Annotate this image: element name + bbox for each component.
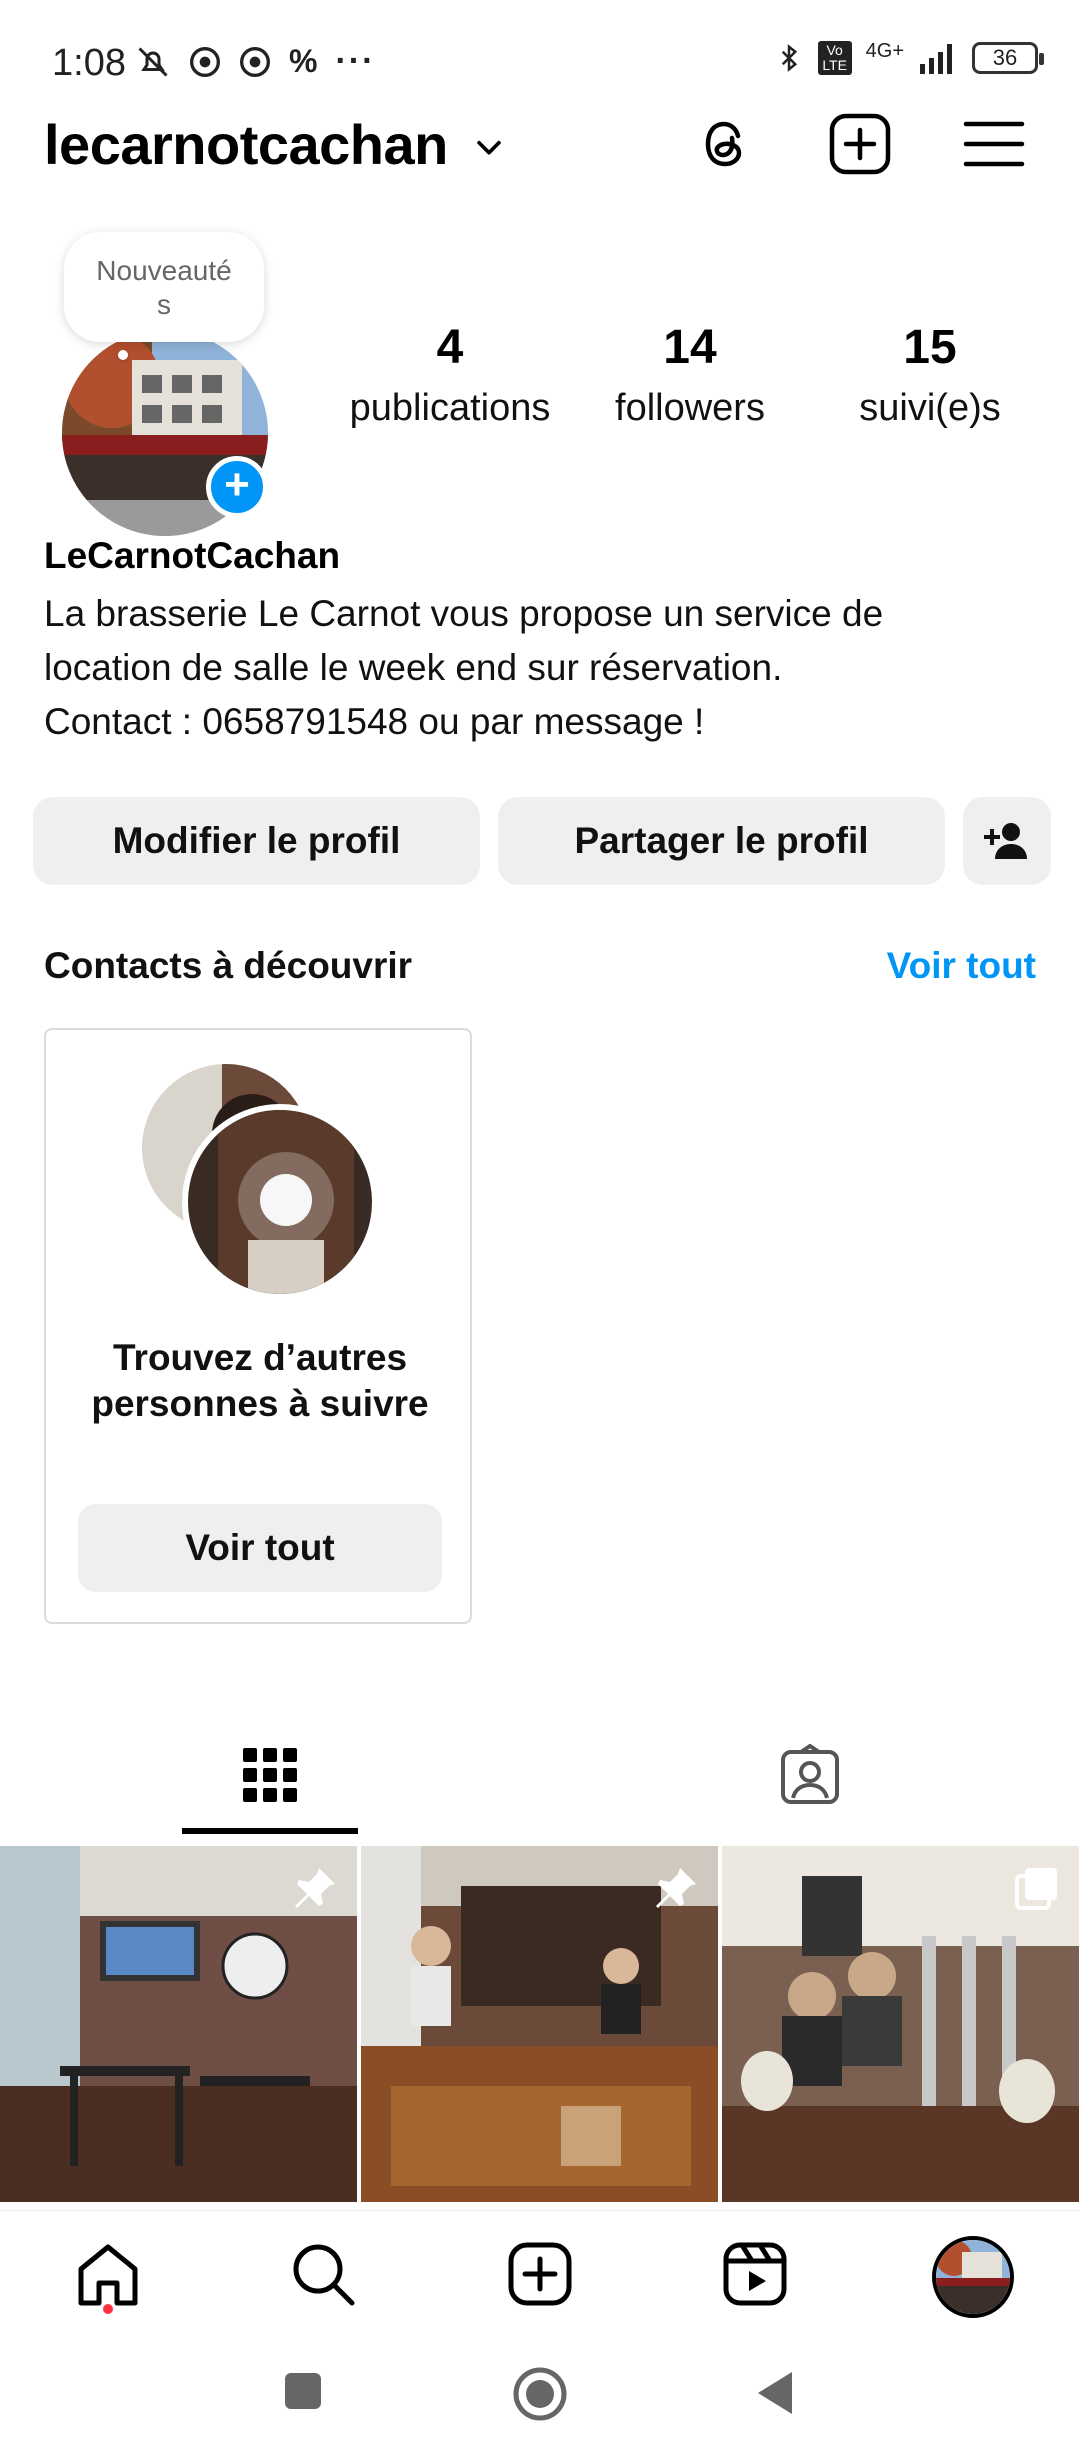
profile-header: lecarnotcachan: [0, 100, 1080, 190]
add-story-button[interactable]: +: [206, 456, 268, 518]
home-icon[interactable]: [73, 2239, 143, 2309]
display-name: LeCarnotCachan: [44, 535, 341, 576]
share-profile-button[interactable]: Partager le profil: [498, 797, 945, 885]
recents-button[interactable]: [282, 2370, 324, 2412]
discover-people-button[interactable]: [963, 797, 1051, 885]
profile-stats: 4 publications 14 followers 15 suivi(e)s: [330, 320, 1050, 430]
account-username[interactable]: lecarnotcachan: [44, 112, 448, 177]
bluetooth-icon: [781, 44, 797, 72]
stat-label: publications: [349, 387, 551, 429]
suggestions-see-all-link[interactable]: Voir tout: [887, 945, 1036, 987]
note-text: Nouveauté s: [96, 255, 232, 320]
stat-following[interactable]: 15 suivi(e)s: [810, 320, 1050, 430]
notification-dot: [103, 2304, 113, 2314]
profile-avatar[interactable]: +: [62, 330, 268, 536]
bio-line: location de salle le week end sur réserv…: [44, 647, 783, 688]
status-system-icons: Vo LTE 4G+ 36: [774, 39, 1044, 76]
bio-line: La brasserie Le Carnot vous propose un s…: [44, 593, 884, 634]
back-button[interactable]: [752, 2368, 796, 2418]
post-thumbnail[interactable]: [0, 1846, 357, 2202]
search-icon[interactable]: [288, 2239, 358, 2309]
tab-tagged[interactable]: [540, 1710, 1080, 1840]
create-icon[interactable]: [505, 2239, 575, 2309]
chrome-icon: [190, 46, 220, 77]
tab-grid[interactable]: [0, 1710, 540, 1840]
signal-icon: [920, 44, 952, 74]
note-bubble[interactable]: Nouveauté s: [64, 232, 264, 342]
reels-icon[interactable]: [720, 2239, 790, 2309]
stat-value: 15: [903, 321, 957, 374]
edit-profile-button[interactable]: Modifier le profil: [33, 797, 480, 885]
add-person-icon: [984, 823, 1027, 859]
battery-level: 36: [992, 45, 1018, 70]
suggestion-avatars: [138, 1060, 378, 1300]
profile-bio: LeCarnotCachan La brasserie Le Carnot vo…: [44, 535, 1044, 749]
stat-label: suivi(e)s: [859, 387, 1001, 429]
bell-off-icon: [138, 46, 168, 77]
stat-value: 14: [663, 321, 717, 374]
suggestion-text: Trouvez d’autres personnes à suivre: [91, 1337, 429, 1424]
stat-value: 4: [436, 321, 464, 374]
suggestions-title: Contacts à découvrir: [44, 945, 413, 986]
post-thumbnail[interactable]: [722, 1846, 1079, 2202]
profile-actions: Modifier le profil Partager le profil: [33, 797, 1051, 885]
chrome-icon: [240, 46, 270, 77]
status-time: 1:08: [52, 42, 126, 84]
profile-tab-avatar[interactable]: [932, 2236, 1014, 2318]
status-notification-icons: % ···: [135, 42, 375, 81]
bio-line: Contact : 0658791548 ou par message !: [44, 701, 705, 742]
active-tab-indicator: [182, 1828, 358, 1834]
threads-icon[interactable]: [694, 112, 758, 176]
system-navigation-bar: [0, 2340, 1080, 2460]
post-thumbnail[interactable]: [361, 1846, 718, 2202]
stat-followers[interactable]: 14 followers: [570, 320, 810, 430]
volte-icon: Vo LTE: [817, 41, 852, 75]
menu-icon[interactable]: [962, 112, 1026, 176]
avatar: [182, 1104, 378, 1300]
chevron-down-icon[interactable]: [472, 130, 506, 164]
stat-label: followers: [615, 387, 765, 429]
pin-icon: [656, 1868, 696, 1908]
percent-icon: %: [289, 43, 318, 79]
suggestion-card: Trouvez d’autres personnes à suivre Voir…: [44, 1028, 472, 1624]
note-tail: [118, 350, 128, 360]
content-tabs: [0, 1710, 1080, 1840]
posts-grid: [0, 1846, 1080, 2202]
more-dots-icon: ···: [335, 42, 376, 80]
tagged-icon: [781, 1744, 839, 1804]
network-type: 4G+: [865, 39, 904, 62]
bottom-navigation: [0, 2210, 1080, 2330]
grid-icon: [243, 1748, 297, 1802]
create-post-icon[interactable]: [828, 112, 892, 176]
suggestions-header: Contacts à découvrir Voir tout: [44, 945, 1036, 987]
battery-icon: 36: [972, 42, 1044, 74]
see-all-button[interactable]: Voir tout: [78, 1504, 442, 1592]
stat-posts[interactable]: 4 publications: [330, 320, 570, 430]
pin-icon: [295, 1868, 335, 1908]
carousel-icon: [1015, 1868, 1057, 1910]
home-button[interactable]: [512, 2366, 568, 2422]
